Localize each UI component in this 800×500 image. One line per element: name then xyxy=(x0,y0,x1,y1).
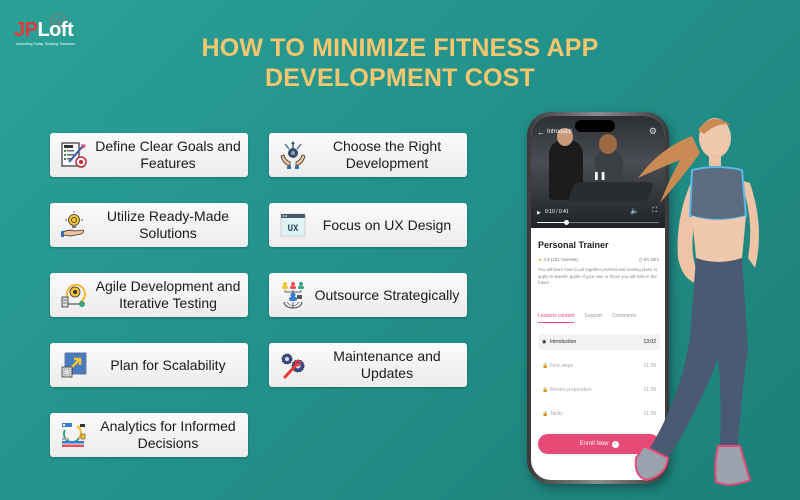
back-arrow-icon[interactable]: ← xyxy=(537,128,545,137)
card-label: Outsource Strategically xyxy=(314,286,460,303)
ux-window-icon: UX xyxy=(275,207,311,243)
lightbulb-hand-icon xyxy=(56,207,92,243)
card-maintenance: Maintenance and Updates xyxy=(269,343,467,387)
arrow-right-icon: › xyxy=(611,440,619,448)
scale-arrow-icon xyxy=(56,347,92,383)
analytics-chart-icon xyxy=(56,417,92,453)
runner-woman-image xyxy=(634,118,759,486)
pause-icon[interactable]: ❚❚ xyxy=(593,171,606,180)
card-analytics: Analytics for Informed Decisions xyxy=(50,413,248,457)
hands-gear-icon xyxy=(275,137,311,173)
video-time: 0:10 / 0:41 xyxy=(545,209,569,215)
neck xyxy=(709,154,721,166)
title-line-2: DEVELOPMENT COST xyxy=(265,64,535,92)
card-ux-design: UX Focus on UX Design xyxy=(269,203,467,247)
logo-wordmark: JPLoft xyxy=(14,19,74,41)
card-choose-development: Choose the Right Development xyxy=(269,133,467,177)
card-agile-development: Agile Development and Iterative Testing xyxy=(50,273,248,317)
svg-text:UX: UX xyxy=(288,224,299,234)
agile-cycle-icon xyxy=(56,277,92,313)
card-label: Plan for Scalability xyxy=(110,356,226,373)
sports-bra xyxy=(688,166,748,221)
card-label: Utilize Ready-Made Solutions xyxy=(106,208,230,241)
logo-loft: Loft xyxy=(37,19,74,41)
card-ready-made-solutions: Utilize Ready-Made Solutions xyxy=(50,203,248,247)
course-title: Personal Trainer xyxy=(538,240,609,250)
tab-lessons-content[interactable]: Lessons content xyxy=(538,313,575,323)
logo-jp: JP xyxy=(14,19,38,41)
torso xyxy=(692,216,746,262)
gears-wrench-icon xyxy=(275,347,311,383)
card-label: Define Clear Goals and Features xyxy=(95,138,241,171)
video-title: Introducti xyxy=(547,129,572,135)
course-rating-text: 4.9 (231 reviews) xyxy=(543,257,578,262)
lock-icon: 🔒 xyxy=(542,363,549,369)
shoe-right xyxy=(714,445,752,486)
card-label: Analytics for Informed Decisions xyxy=(100,418,236,451)
enroll-label: Enroll Now xyxy=(579,441,609,447)
team-globe-icon xyxy=(275,277,311,313)
card-label: Focus on UX Design xyxy=(322,216,452,233)
card-define-goals: Define Clear Goals and Features xyxy=(50,133,248,177)
goals-checklist-icon xyxy=(56,137,92,173)
course-rating: ★ 4.9 (231 reviews) xyxy=(538,257,578,263)
lock-icon: 🔒 xyxy=(542,387,549,393)
video-progress-knob[interactable] xyxy=(563,220,569,225)
lock-icon: 🔒 xyxy=(542,411,549,417)
video-person-woman-head xyxy=(599,134,617,154)
card-outsource: Outsource Strategically xyxy=(269,273,467,317)
card-scalability: Plan for Scalability xyxy=(50,343,248,387)
play-circle-icon: ◉ xyxy=(542,339,547,345)
phone-notch xyxy=(575,120,615,132)
logo-tagline: Innovating Today, Shaping Tomorrow xyxy=(16,42,75,46)
page-title: HOW TO MINIMIZE FITNESS APP DEVELOPMENT … xyxy=(120,33,680,93)
star-icon: ★ xyxy=(538,257,543,262)
jploft-logo: JPLoft Innovating Today, Shaping Tomorro… xyxy=(14,14,94,48)
card-label: Maintenance and Updates xyxy=(333,348,441,381)
card-label: Agile Development and Iterative Testing xyxy=(95,278,241,311)
video-progress-fill xyxy=(537,222,567,223)
leggings xyxy=(650,258,748,458)
play-icon[interactable]: ▶ xyxy=(537,210,541,216)
tab-support[interactable]: Support xyxy=(584,313,602,323)
card-label: Choose the Right Development xyxy=(332,138,442,171)
title-line-1: HOW TO MINIMIZE FITNESS APP xyxy=(201,34,599,62)
